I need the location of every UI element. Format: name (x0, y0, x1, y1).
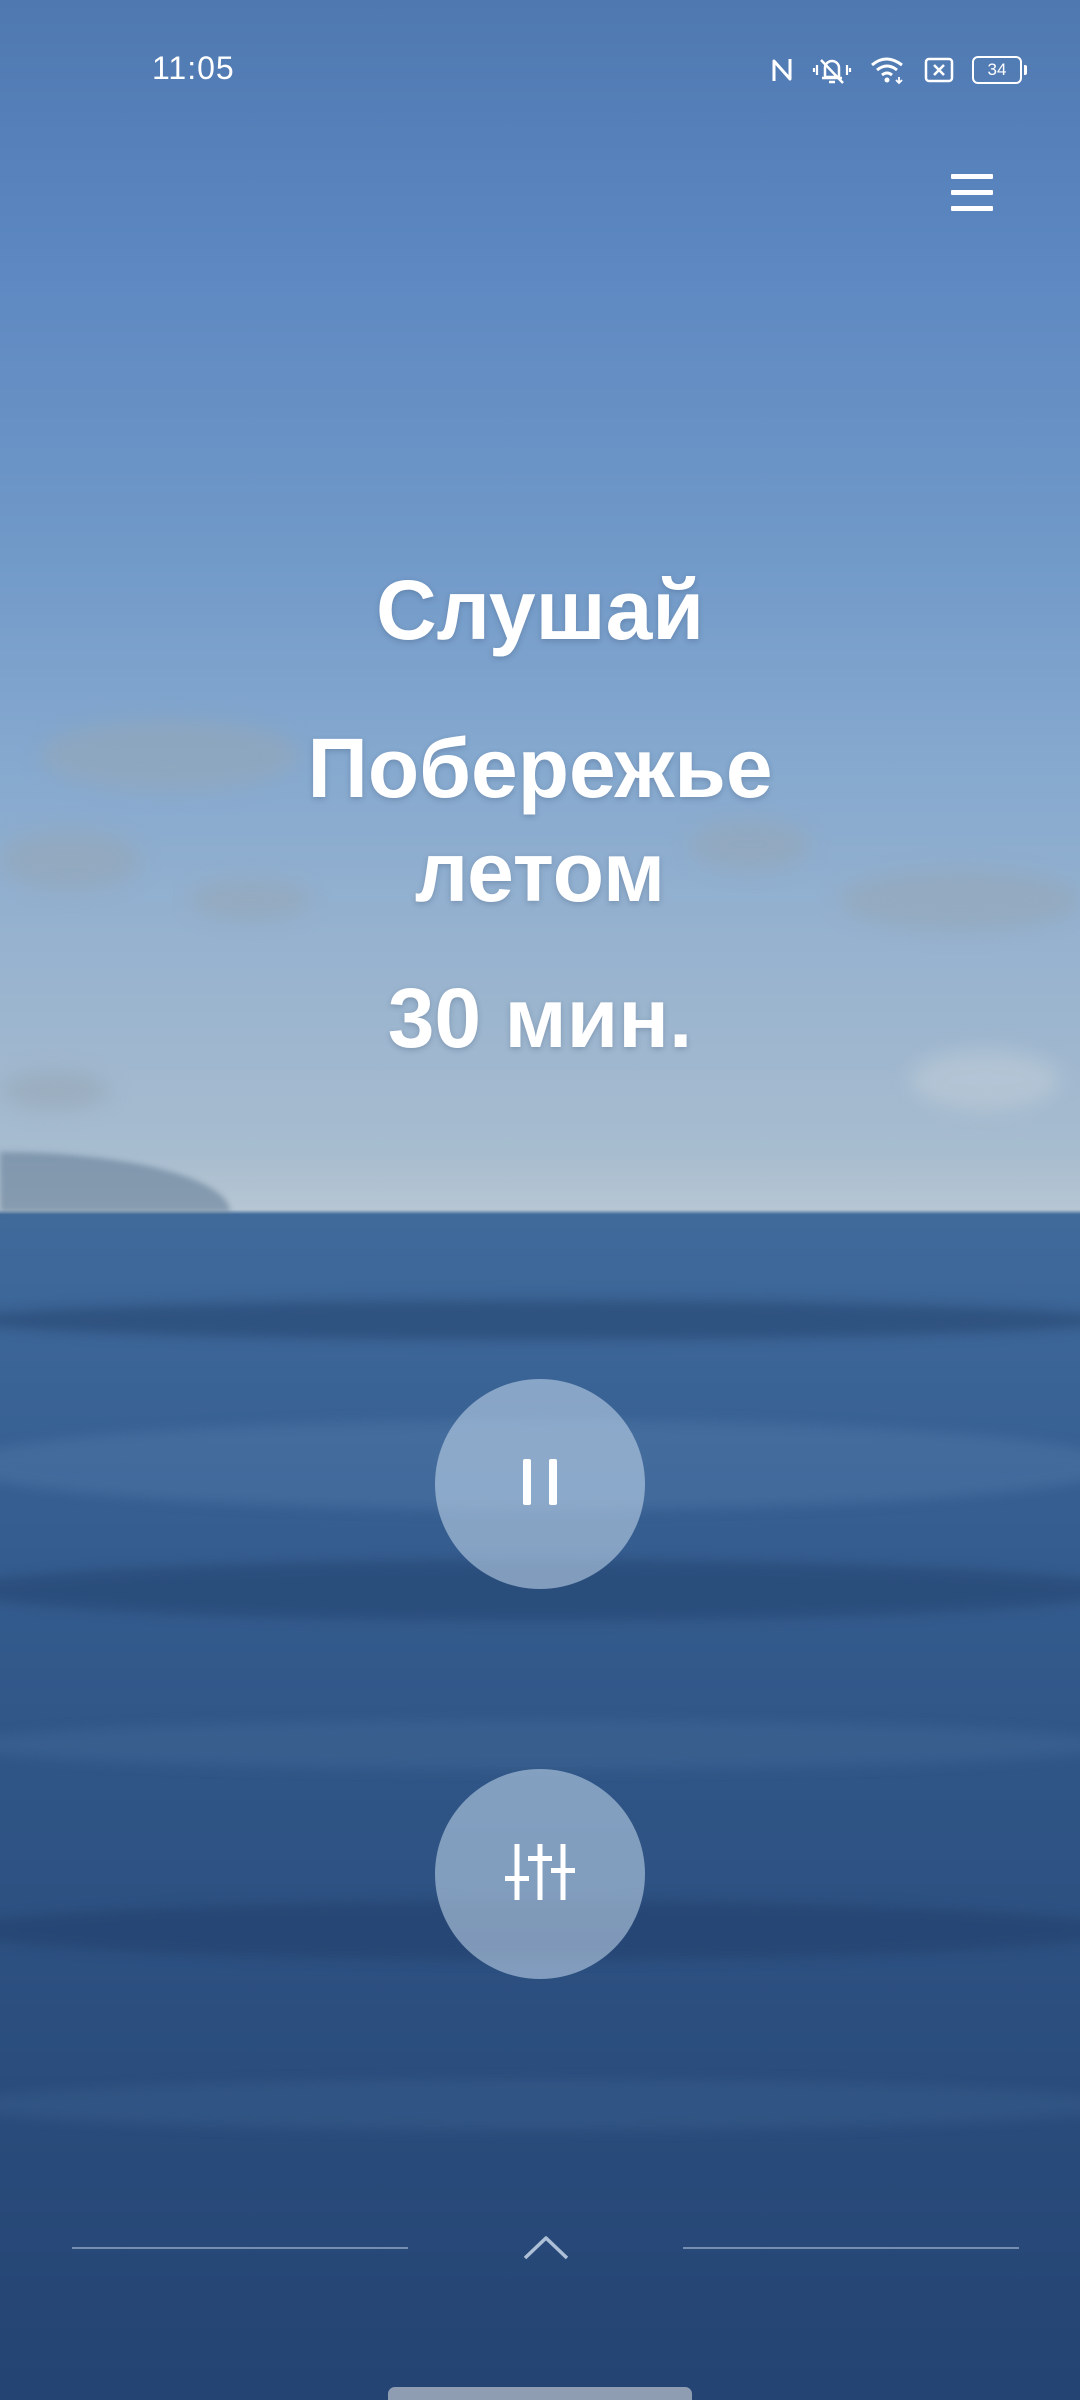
sound-title: Побережье летом (0, 716, 1080, 924)
wave (0, 1300, 1080, 1340)
status-time: 11:05 (152, 50, 235, 86)
navigation-gesture-bar[interactable] (388, 2387, 692, 2400)
wave (0, 2080, 1080, 2130)
sim-off-icon (924, 56, 954, 84)
sound-title-text: Побережье летом (307, 721, 773, 919)
hamburger-menu-icon[interactable] (940, 168, 1002, 218)
chevron-up-icon[interactable] (521, 2232, 571, 2262)
pause-button[interactable] (435, 1379, 645, 1589)
sound-mixer-button[interactable] (435, 1769, 645, 1979)
cloud (0, 1070, 110, 1110)
battery-icon: 34 (972, 56, 1027, 84)
mode-label: Слушай (375, 563, 704, 657)
wifi-icon (870, 55, 906, 85)
sliders-icon (505, 1842, 575, 1907)
bottom-divider-right (683, 2247, 1019, 2249)
battery-level: 34 (987, 60, 1007, 79)
distant-coast (0, 1152, 230, 1212)
vibrate-icon (812, 55, 852, 85)
nfc-icon (770, 55, 794, 85)
bottom-divider-left (72, 2247, 408, 2249)
wave (0, 1720, 1080, 1770)
duration-label[interactable]: 30 мин. (0, 970, 1080, 1067)
status-icons: 34 (770, 52, 1027, 88)
pause-icon (517, 1455, 563, 1514)
ocean-background (0, 0, 1080, 2400)
